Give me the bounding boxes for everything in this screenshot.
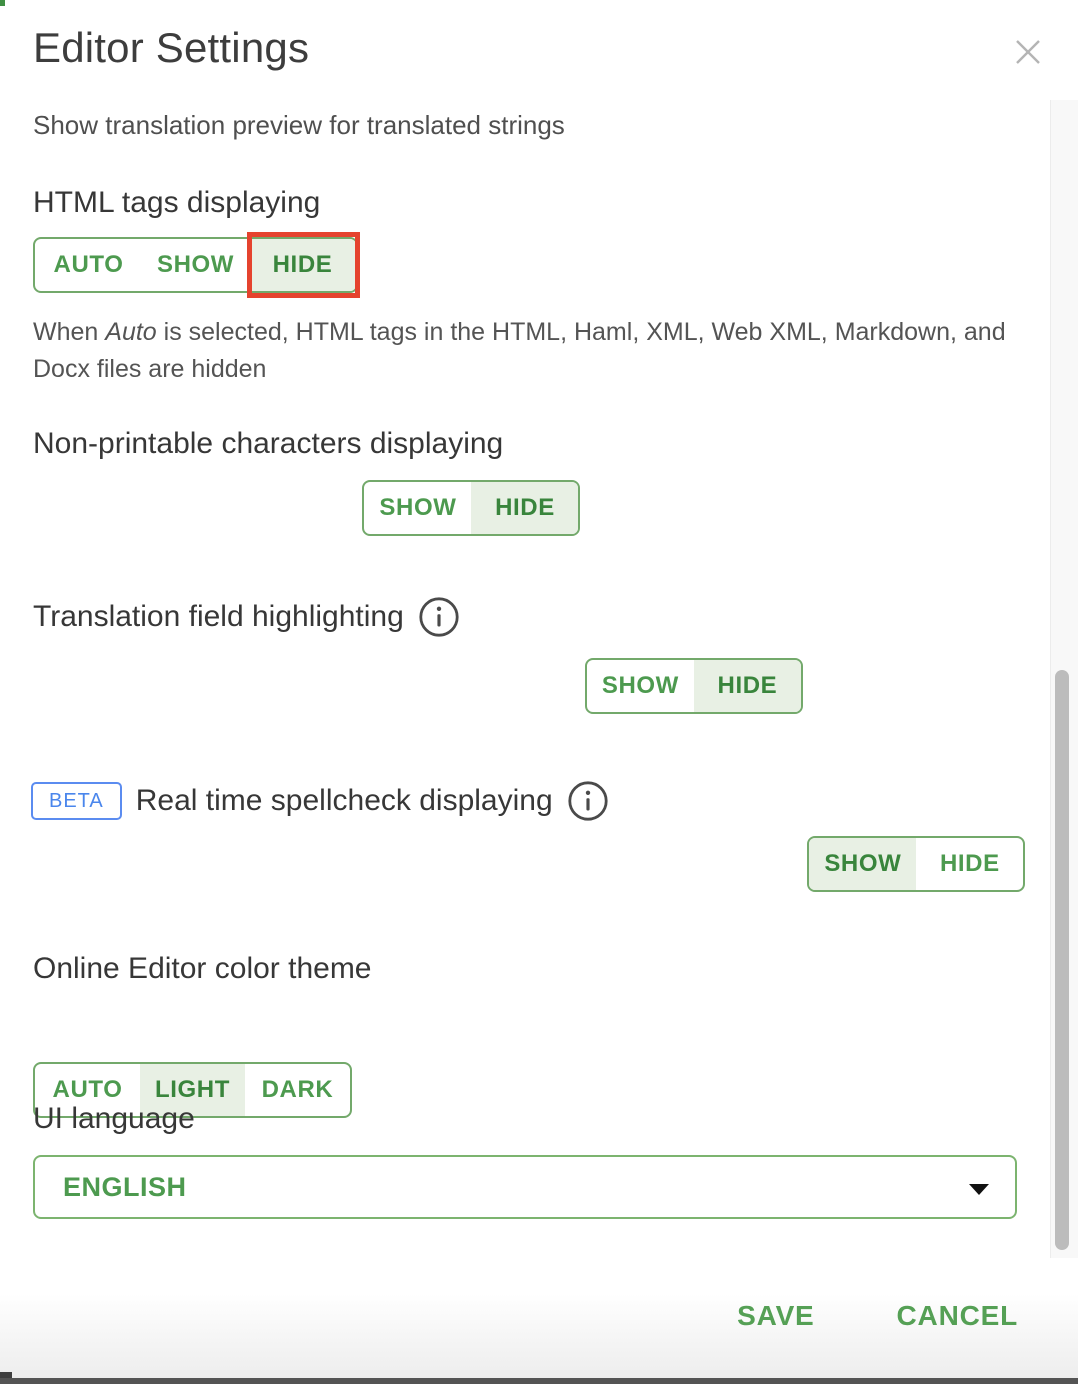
spellcheck-option-show[interactable]: SHOW: [809, 838, 916, 890]
non-printable-option-hide[interactable]: HIDE: [471, 482, 578, 534]
field-highlighting-toggle-group: SHOW HIDE: [585, 658, 803, 714]
spellcheck-row: BETA Real time spellcheck displaying: [31, 780, 609, 822]
field-highlighting-option-show[interactable]: SHOW: [587, 660, 694, 712]
field-highlighting-label: Translation field highlighting: [33, 597, 404, 637]
ui-language-select[interactable]: ENGLISH: [33, 1155, 1017, 1219]
color-theme-label: Online Editor color theme: [33, 949, 372, 989]
help-text-part: When: [33, 318, 105, 346]
modal-footer: SAVE CANCEL: [0, 1258, 1078, 1378]
html-tags-label: HTML tags displaying: [33, 183, 320, 223]
help-text-part: is selected, HTML tags in the HTML, Haml…: [33, 318, 1006, 383]
close-button[interactable]: [1006, 32, 1050, 76]
html-tags-toggle-group: AUTO SHOW HIDE: [33, 237, 358, 293]
info-icon[interactable]: [418, 596, 460, 638]
translation-preview-note: Show translation preview for translated …: [33, 108, 565, 142]
field-highlighting-row: Translation field highlighting: [33, 596, 460, 638]
color-theme-option-dark[interactable]: DARK: [245, 1064, 350, 1116]
html-tags-help-text: When Auto is selected, HTML tags in the …: [33, 314, 1023, 388]
non-printable-option-show[interactable]: SHOW: [364, 482, 471, 534]
help-text-emphasis: Auto: [105, 318, 156, 346]
spellcheck-toggle-group: SHOW HIDE: [807, 836, 1025, 892]
beta-badge: BETA: [31, 782, 122, 820]
non-printable-toggle-group: SHOW HIDE: [362, 480, 580, 536]
scrollbar-track[interactable]: [1050, 100, 1078, 1258]
save-button[interactable]: SAVE: [737, 1300, 814, 1332]
ui-language-value: ENGLISH: [63, 1172, 187, 1203]
ui-language-label: UI language: [33, 1099, 195, 1139]
non-printable-label: Non-printable characters displaying: [33, 424, 503, 464]
field-highlighting-option-hide[interactable]: HIDE: [694, 660, 801, 712]
window-bottom-edge: [0, 1378, 1078, 1384]
close-icon: [1010, 34, 1046, 75]
cancel-button[interactable]: CANCEL: [897, 1300, 1018, 1332]
html-tags-option-show[interactable]: SHOW: [142, 239, 249, 291]
html-tags-option-auto[interactable]: AUTO: [35, 239, 142, 291]
background-page-fragment: [0, 0, 5, 6]
html-tags-option-hide[interactable]: HIDE: [249, 239, 356, 291]
page-title: Editor Settings: [33, 22, 309, 74]
chevron-down-icon: [969, 1184, 989, 1195]
scrollbar-thumb[interactable]: [1055, 670, 1069, 1250]
spellcheck-option-hide[interactable]: HIDE: [916, 838, 1023, 890]
spellcheck-label: Real time spellcheck displaying: [136, 781, 553, 821]
info-icon[interactable]: [567, 780, 609, 822]
